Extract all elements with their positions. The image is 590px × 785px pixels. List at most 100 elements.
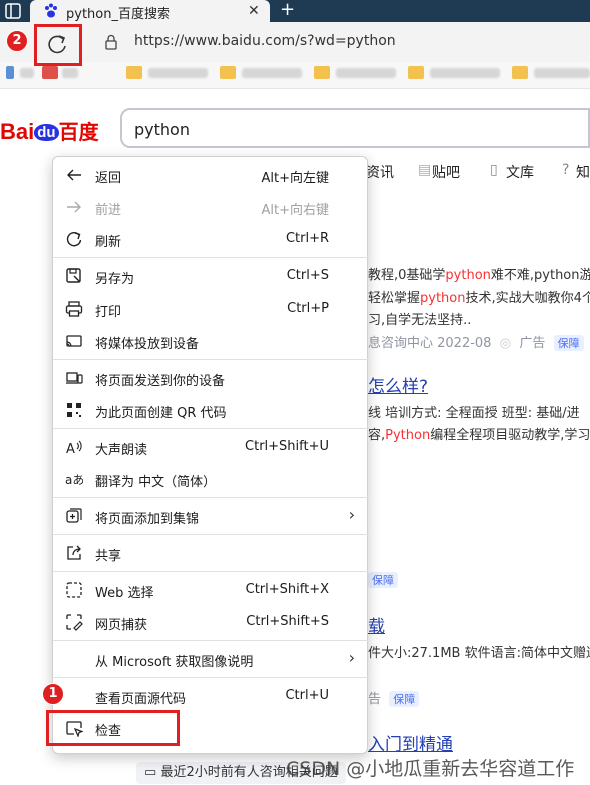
menu-item-translate[interactable]: aあ 翻译为 中文（简体）	[53, 465, 369, 493]
result-snippet: 教程,0基础学python难不难,python游水	[368, 268, 590, 283]
nav-tab-tieba[interactable]: 贴吧	[432, 162, 460, 182]
chat-icon: ▭	[144, 765, 157, 780]
guarantee-badge: 保障	[368, 572, 398, 588]
bookmark-icon[interactable]	[42, 66, 58, 79]
search-input[interactable]: python	[134, 120, 190, 139]
menu-item-shortcut: Ctrl+Shift+S	[246, 614, 329, 629]
menu-item-image-descriptions[interactable]: 从 Microsoft 获取图像说明 ›	[53, 645, 369, 673]
result-title-link[interactable]: 载	[368, 612, 385, 637]
logo-text-cn: 百度	[58, 120, 99, 144]
menu-item-web-capture[interactable]: 网页捕获 Ctrl+Shift+S	[53, 608, 369, 636]
highlight-inspect-box	[46, 710, 180, 746]
menu-separator	[53, 640, 369, 641]
zhidao-icon[interactable]: ?	[562, 162, 569, 178]
step-1-marker: 1	[42, 683, 64, 705]
bookmark-blurred[interactable]	[62, 68, 78, 78]
menu-item-shortcut: Ctrl+U	[285, 688, 329, 703]
guarantee-badge: 保障	[553, 335, 584, 351]
menu-item-add-to-collections[interactable]: 将页面添加到集锦 ›	[53, 502, 369, 530]
menu-item-refresh[interactable]: 刷新 Ctrl+R	[53, 225, 369, 253]
result-title-link[interactable]: 入门到精通	[368, 730, 453, 755]
menu-item-label: 打印	[95, 305, 122, 320]
menu-item-read-aloud[interactable]: A 大声朗读 Ctrl+Shift+U	[53, 433, 369, 461]
new-tab-button[interactable]: +	[280, 0, 295, 20]
nav-tab-zhidao[interactable]: 知	[576, 162, 590, 182]
menu-item-label: 查看页面源代码	[95, 692, 187, 707]
baidu-paw-favicon-icon	[45, 3, 57, 18]
menu-item-label: 返回	[95, 171, 122, 186]
menu-separator	[53, 428, 369, 429]
menu-item-label: 另存为	[95, 272, 135, 287]
step-2-marker: 2	[6, 30, 28, 52]
menu-item-qr-code[interactable]: 为此页面创建 QR 代码	[53, 396, 369, 424]
menu-item-shortcut: Alt+向右键	[261, 203, 330, 218]
logo-paw-du: du	[34, 124, 59, 141]
result-snippet: 轻松掌握python技术,实战大咖教你4个月	[368, 291, 590, 306]
search-box[interactable]	[120, 108, 590, 148]
chevron-right-icon: ›	[348, 648, 355, 667]
logo-text-bai: Bai	[0, 119, 35, 144]
folder-icon[interactable]	[512, 66, 528, 79]
nav-tab-wenku[interactable]: 文库	[506, 162, 534, 182]
menu-item-label: 前进	[95, 203, 122, 218]
chevron-right-icon: ›	[348, 505, 355, 524]
back-arrow-icon	[67, 169, 81, 181]
menu-item-share[interactable]: 共享	[53, 539, 369, 567]
menu-separator	[53, 359, 369, 360]
forward-arrow-icon	[67, 201, 81, 213]
read-aloud-icon: A	[66, 440, 82, 456]
menu-item-print[interactable]: 打印 Ctrl+P	[53, 295, 369, 323]
svg-text:aあ: aあ	[65, 473, 83, 487]
menu-separator	[53, 677, 369, 678]
translate-icon: aあ	[65, 473, 83, 487]
menu-item-label: 翻译为 中文（简体）	[95, 475, 217, 490]
save-icon	[66, 268, 81, 283]
lock-icon[interactable]	[104, 34, 118, 50]
menu-item-label: 网页捕获	[95, 618, 148, 633]
menu-item-shortcut: Ctrl+Shift+X	[245, 582, 329, 597]
menu-item-web-select[interactable]: Web 选择 Ctrl+Shift+X	[53, 576, 369, 604]
menu-item-back[interactable]: 返回 Alt+向左键	[53, 161, 369, 189]
bookmark-icon[interactable]	[6, 66, 14, 79]
result-snippet: 件大小:27.1MB 软件语言:简体中文赠送	[368, 646, 590, 661]
menu-item-cast[interactable]: 将媒体投放到设备	[53, 327, 369, 355]
menu-item-label: 刷新	[95, 235, 122, 250]
menu-item-shortcut: Ctrl+Shift+U	[245, 439, 329, 454]
menu-separator	[53, 257, 369, 258]
bookmark-blurred[interactable]	[534, 68, 590, 78]
folder-icon[interactable]	[220, 66, 236, 79]
url-field[interactable]: https://www.baidu.com/s?wd=python	[134, 33, 396, 49]
result-meta: 告 保障	[368, 688, 420, 707]
bookmark-blurred[interactable]	[148, 68, 208, 78]
wenku-icon[interactable]: ▯	[490, 162, 498, 178]
menu-item-forward[interactable]: 前进 Alt+向右键	[53, 193, 369, 221]
watermark: CSDN @小地瓜重新去华容道工作	[286, 758, 575, 780]
bookmark-blurred[interactable]	[336, 68, 396, 78]
result-snippet: 习,自学无法坚持..	[368, 313, 472, 328]
menu-item-view-source[interactable]: 查看页面源代码 Ctrl+U	[53, 682, 369, 710]
menu-item-shortcut: Alt+向左键	[261, 171, 330, 186]
menu-item-label: 为此页面创建 QR 代码	[95, 406, 227, 421]
bookmark-blurred[interactable]	[242, 68, 302, 78]
cast-icon	[66, 335, 82, 347]
tab-close-icon[interactable]: ✕	[248, 3, 260, 19]
highlight-refresh-box	[34, 24, 82, 66]
menu-item-shortcut: Ctrl+P	[287, 301, 329, 316]
menu-item-send-to-device[interactable]: 将页面发送到你的设备	[53, 364, 369, 392]
folder-icon[interactable]	[314, 66, 330, 79]
svg-text:A: A	[66, 442, 75, 456]
tab-actions-icon[interactable]	[4, 2, 22, 20]
tieba-icon[interactable]: ▤	[418, 162, 431, 178]
menu-item-label: 将页面发送到你的设备	[95, 374, 226, 389]
baidu-logo[interactable]: Bai du 百度	[0, 116, 99, 145]
result-title-link[interactable]: 怎么样?	[368, 372, 428, 397]
menu-item-label: 从 Microsoft 获取图像说明	[95, 655, 254, 670]
menu-item-label: 大声朗读	[95, 443, 148, 458]
folder-icon[interactable]	[408, 66, 424, 79]
bookmark-blurred[interactable]	[430, 68, 500, 78]
qr-code-icon	[67, 403, 81, 417]
menu-item-save-as[interactable]: 另存为 Ctrl+S	[53, 262, 369, 290]
bookmark-blurred[interactable]	[20, 68, 34, 78]
nav-tab-news[interactable]: 资讯	[366, 162, 394, 182]
folder-icon[interactable]	[126, 66, 142, 79]
